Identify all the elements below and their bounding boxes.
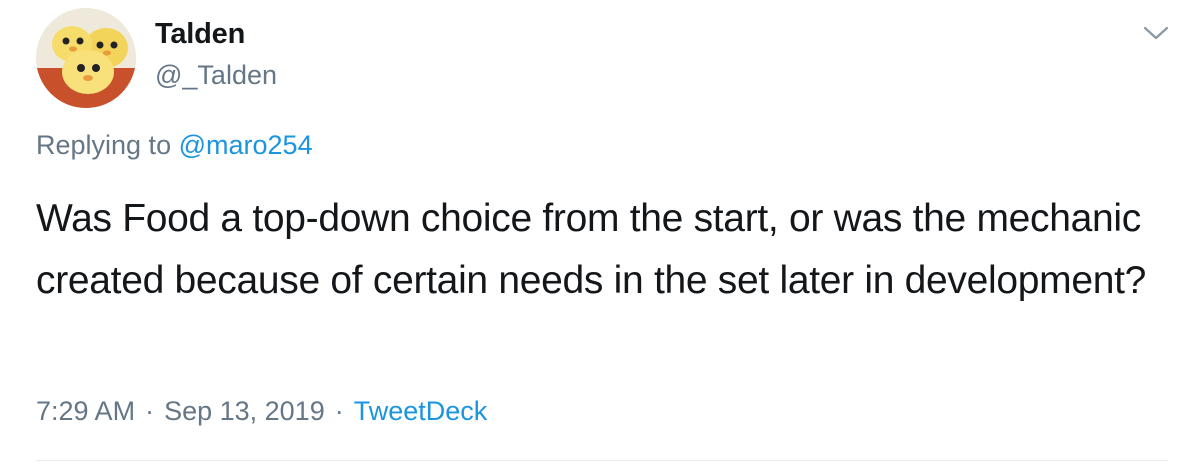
reply-to-handle-link[interactable]: @maro254 bbox=[179, 130, 313, 160]
avatar-image bbox=[36, 8, 136, 108]
tweet-card: Talden @_Talden Replying to @maro254 Was… bbox=[0, 0, 1204, 464]
tweet-meta: 7:29 AM · Sep 13, 2019 · TweetDeck bbox=[36, 396, 487, 427]
user-handle[interactable]: @_Talden bbox=[155, 60, 277, 91]
tweet-date[interactable]: Sep 13, 2019 bbox=[164, 396, 325, 426]
avatar[interactable] bbox=[36, 8, 136, 108]
chevron-down-icon[interactable] bbox=[1142, 20, 1170, 44]
tweet-time[interactable]: 7:29 AM bbox=[36, 396, 135, 426]
meta-separator: · bbox=[145, 396, 155, 426]
replying-to-label: Replying to bbox=[36, 130, 172, 160]
display-name[interactable]: Talden bbox=[155, 18, 245, 51]
replying-to: Replying to @maro254 bbox=[36, 130, 313, 161]
divider bbox=[36, 460, 1168, 461]
meta-separator: · bbox=[334, 396, 344, 426]
tweet-source-link[interactable]: TweetDeck bbox=[354, 396, 488, 426]
tweet-text: Was Food a top-down choice from the star… bbox=[36, 197, 1147, 302]
